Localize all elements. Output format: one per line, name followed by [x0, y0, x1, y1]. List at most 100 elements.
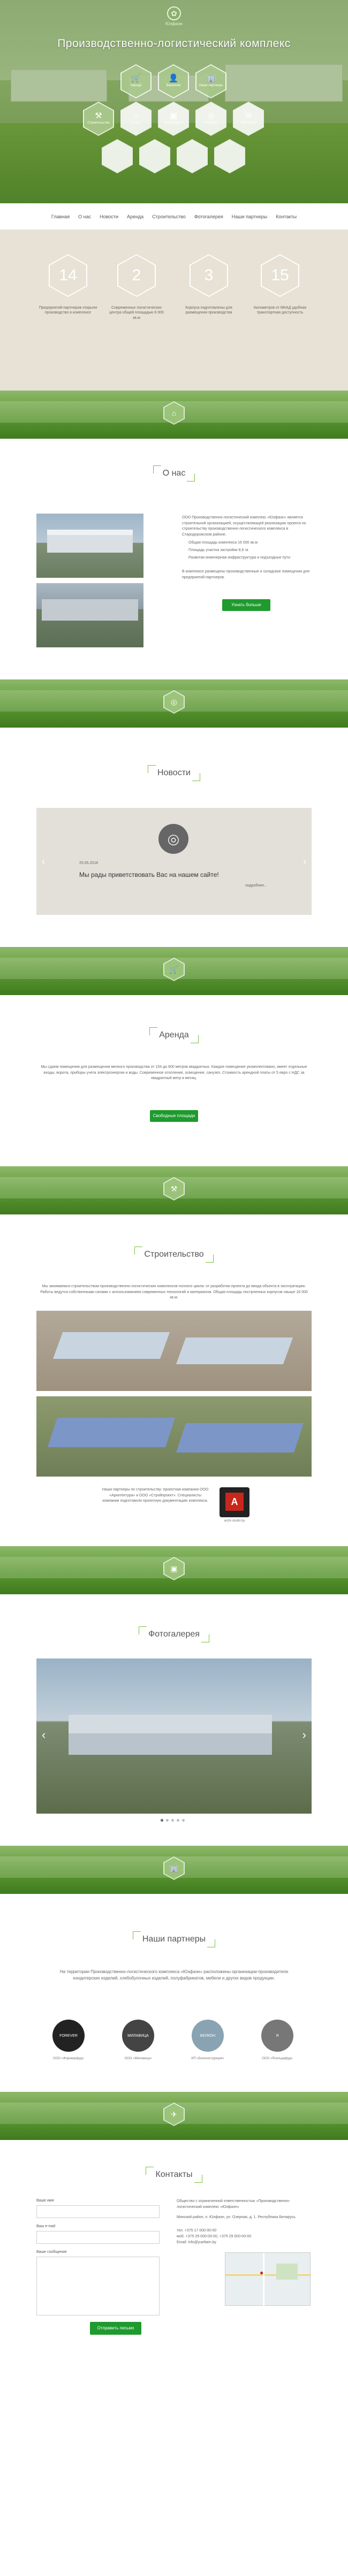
slider-prev-icon[interactable]: ‹ [42, 856, 45, 867]
construction-photo-2 [36, 1396, 312, 1477]
about-photo-2 [36, 583, 143, 647]
about-more-button[interactable]: Узнать больше [222, 599, 270, 611]
news-slider: ‹ › ◎ 25.05.2018 Мы рады приветствовать … [36, 808, 312, 915]
about-paragraph-2: В комплексе размещены производственные и… [182, 570, 310, 579]
stat-value: 15 [262, 255, 298, 296]
nav-item-partners[interactable]: Наши партнеры [232, 214, 268, 219]
architect-caption: archi-studio.by [224, 1519, 245, 1523]
stat-item: 15 Километров от МКАД удобная транспортна… [251, 254, 309, 316]
news-title: Новости [148, 765, 200, 781]
nav-item-news[interactable]: Новости [100, 214, 118, 219]
mail-icon: ✉ [245, 111, 252, 121]
image-icon: ▣ [169, 111, 178, 121]
gallery-title-wrap: Фотогалерея [0, 1626, 348, 1642]
phone-1: тел. +375 17 000-00-00 [177, 2229, 217, 2233]
rent-paragraph: Мы сдаем помещения для размещения мелког… [41, 1065, 307, 1080]
crane-icon: ⚒ [95, 111, 102, 121]
main-nav: Главная О нас Новости Аренда Строительст… [0, 203, 348, 230]
architect-logo[interactable]: A [220, 1487, 249, 1517]
send-icon: ✈ [164, 2104, 184, 2125]
rent-free-space-button[interactable]: Свободные площади [150, 1110, 198, 1122]
gallery-dot-active[interactable] [161, 1819, 163, 1822]
name-label: Ваше имя [36, 2199, 54, 2203]
section-band-gallery: ▣ [0, 1546, 348, 1594]
section-band-about: ⌂ [0, 391, 348, 439]
hero-section: ✿ Юэфаэн Производственно-логистический к… [0, 0, 348, 203]
stat-item: 14 Предприятий-партнеров открыли производ… [39, 254, 97, 316]
gallery-dot[interactable] [166, 1819, 169, 1822]
message-textarea[interactable] [36, 2257, 160, 2315]
crane-icon: ⚒ [164, 1178, 184, 1199]
contact-map[interactable]: ● [225, 2252, 311, 2306]
gallery-dot[interactable] [171, 1819, 174, 1822]
user-icon: 👤 [168, 74, 179, 83]
partner-logo[interactable]: МИЛАВИЦА [122, 2020, 154, 2052]
about-photo-1 [36, 514, 143, 578]
stat-value: 14 [50, 255, 86, 296]
partner-name: ООО «Милавица» [124, 2057, 152, 2060]
about-bullet: Общая площадь комплекса 16 000 кв.м [188, 541, 258, 545]
nav-item-gallery[interactable]: Фотогалерея [194, 214, 223, 219]
gallery-prev-icon[interactable]: ‹ [42, 1728, 46, 1742]
construction-photo-1 [36, 1311, 312, 1391]
gallery-dot[interactable] [182, 1819, 185, 1822]
stat-text: Современных логистических центра общей п… [109, 306, 164, 320]
partner-name: ООО «Фореверфуд» [53, 2057, 84, 2060]
about-paragraph: ООО Производственно-логистический компле… [182, 516, 306, 537]
email-input[interactable] [36, 2231, 160, 2244]
nav-item-about[interactable]: О нас [78, 214, 91, 219]
name-input[interactable] [36, 2205, 160, 2218]
partner-name: ИП «Белконструкция» [191, 2057, 224, 2060]
globe-icon: ◎ [164, 691, 184, 713]
gallery-title: Фотогалерея [139, 1626, 209, 1642]
slider-next-icon[interactable]: › [303, 856, 306, 867]
about-title: О нас [153, 465, 195, 481]
send-message-button[interactable]: Отправить письмо [90, 2322, 141, 2335]
about-bullet: Развитая инженерная инфраструктура и под… [188, 556, 290, 560]
email-text: Email: info@yuefaen.by [177, 2241, 217, 2244]
company-address: Минский район, п. Юэфаэн, ул. Озерная, д… [177, 2215, 296, 2219]
news-headline: Мы рады приветствовать Вас на нашем сайт… [79, 871, 219, 878]
map-pin-icon: ● [260, 2269, 264, 2276]
contacts-title: Контакты [146, 2167, 202, 2183]
partner-name: ООО «Ясельдафуд» [262, 2057, 293, 2060]
contacts-title-wrap: Контакты [0, 2167, 348, 2183]
stat-text: Предприятий-партнеров открыли производст… [39, 306, 97, 315]
section-band-news: ◎ [0, 679, 348, 728]
rent-title-wrap: Аренда [0, 1027, 348, 1043]
cart-icon: 🛒 [164, 959, 184, 980]
construction-title: Строительство [134, 1247, 214, 1263]
nav-item-contacts[interactable]: Контакты [276, 214, 297, 219]
nav-item-home[interactable]: Главная [51, 214, 70, 219]
news-title-wrap: Новости [0, 765, 348, 781]
stats-section: 14 Предприятий-партнеров открыли производ… [0, 230, 348, 391]
stat-text: Корпуса подготовлены для размещения прои… [185, 306, 232, 315]
news-more-link[interactable]: подробнее... [245, 884, 267, 888]
logo-text: Юэфаэн [165, 21, 183, 26]
partner-logo[interactable]: FOREVER [52, 2020, 85, 2052]
construction-paragraph: Мы занимаемся строительством производств… [40, 1285, 308, 1300]
partners-title-wrap: Наши партнеры [0, 1931, 348, 1947]
nav-item-construction[interactable]: Строительство [152, 214, 186, 219]
stat-value: 3 [191, 255, 227, 296]
phone-2: моб. +375 29 000-00-00, +375 29 000-00-0… [177, 2235, 252, 2238]
nav-item-rent[interactable]: Аренда [127, 214, 143, 219]
stat-item: 2 Современных логистических центра общей … [107, 254, 166, 320]
gallery-next-icon[interactable]: › [302, 1728, 306, 1742]
partner-logo[interactable]: Я [261, 2020, 293, 2052]
gallery-dot[interactable] [177, 1819, 179, 1822]
construction-partner-text: Наши партнеры по строительству: проектна… [102, 1488, 209, 1503]
image-icon: ▣ [164, 1558, 184, 1579]
partners-title: Наши партнеры [132, 1931, 216, 1947]
home-icon: ⌂ [133, 111, 139, 121]
globe-icon: ◎ [207, 111, 215, 121]
about-title-wrap: О нас [0, 465, 348, 481]
hero-title: Производственно-логистический комплекс [57, 37, 291, 50]
section-band-contacts: ✈ [0, 2092, 348, 2140]
site-logo[interactable]: ✿ Юэфаэн [158, 6, 190, 28]
section-band-construction: ⚒ [0, 1166, 348, 1214]
partner-logo[interactable]: БЕЛКОН [192, 2020, 224, 2052]
news-globe-icon: ◎ [158, 824, 188, 854]
partners-paragraph: На территории Производственно-логистичес… [59, 1969, 289, 1981]
section-band-partners: 🏢 [0, 1846, 348, 1894]
